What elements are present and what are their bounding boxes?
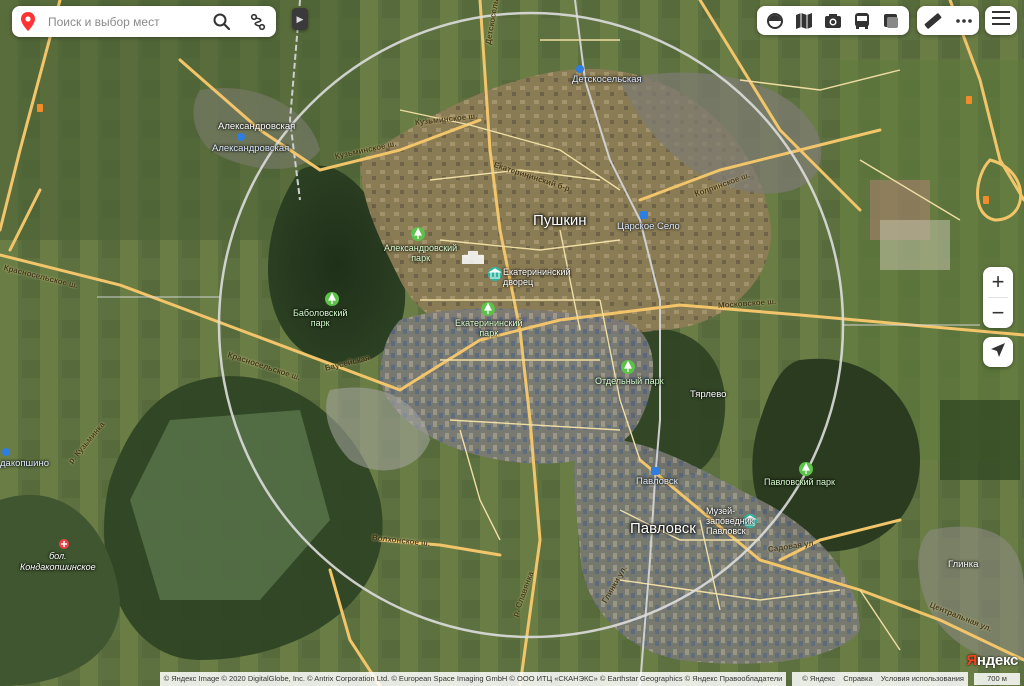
park-icon-ekaterininsky[interactable] bbox=[481, 302, 495, 316]
footer-links: © Яндекс Справка Условия использования bbox=[792, 672, 968, 686]
fuel-icon[interactable] bbox=[983, 196, 989, 204]
station-icon-kondakopshino[interactable] bbox=[2, 448, 10, 456]
museum-icon-palace[interactable] bbox=[488, 267, 502, 281]
layers-icon[interactable] bbox=[764, 10, 786, 32]
park-icon-babolovsky[interactable] bbox=[325, 292, 339, 306]
ruler-icon[interactable] bbox=[922, 10, 944, 32]
collapse-panel-button[interactable]: ▶ bbox=[292, 8, 308, 30]
field-light bbox=[880, 220, 950, 270]
park-icon-pavlovsky[interactable] bbox=[799, 462, 813, 476]
satellite-map[interactable] bbox=[0, 0, 1024, 686]
map-fold-icon[interactable] bbox=[793, 10, 815, 32]
station-icon-tsarskoe-selo[interactable] bbox=[640, 211, 648, 219]
zoom-in-button[interactable]: + bbox=[983, 267, 1013, 297]
yandex-logo[interactable]: Яндекс bbox=[966, 652, 1018, 669]
park-icon-aleksandrovsky[interactable] bbox=[411, 227, 425, 241]
layers-toolbar bbox=[757, 6, 909, 35]
hamburger-icon bbox=[992, 11, 1010, 30]
fuel-icon[interactable] bbox=[37, 104, 43, 112]
help-link[interactable]: Справка bbox=[843, 674, 872, 683]
route-icon[interactable] bbox=[248, 12, 268, 32]
scale-bar: 700 м bbox=[974, 673, 1020, 685]
hospital-icon[interactable] bbox=[59, 539, 69, 549]
copyright-link[interactable]: © Яндекс bbox=[802, 674, 835, 683]
fuel-icon[interactable] bbox=[966, 96, 972, 104]
more-icon[interactable] bbox=[953, 10, 975, 32]
menu-button[interactable] bbox=[985, 6, 1017, 35]
field-dark bbox=[940, 400, 1020, 480]
search-icon[interactable] bbox=[212, 12, 232, 32]
attribution-text[interactable]: © Яндекс Image © 2020 DigitalGlobe, Inc.… bbox=[159, 672, 787, 686]
map-footer: © Яндекс Image © 2020 DigitalGlobe, Inc.… bbox=[0, 672, 1024, 686]
terms-link[interactable]: Условия использования bbox=[881, 674, 964, 683]
navigation-arrow-icon bbox=[990, 342, 1006, 363]
search-bar bbox=[12, 6, 276, 37]
tools-toolbar bbox=[917, 6, 979, 35]
bus-icon[interactable] bbox=[851, 10, 873, 32]
park-icon-otdelny[interactable] bbox=[621, 360, 635, 374]
camera-icon[interactable] bbox=[822, 10, 844, 32]
station-icon-detskoselskaya[interactable] bbox=[576, 65, 584, 73]
zoom-control: + − bbox=[983, 267, 1013, 328]
traffic-icon[interactable] bbox=[880, 10, 902, 32]
my-location-button[interactable] bbox=[983, 337, 1013, 367]
station-icon-pavlovsk[interactable] bbox=[651, 467, 659, 475]
zoom-out-button[interactable]: − bbox=[983, 298, 1013, 328]
station-icon-aleksandrovskaya[interactable] bbox=[237, 133, 245, 141]
chevron-right-icon: ▶ bbox=[296, 13, 304, 24]
museum-icon-pavlovsk[interactable] bbox=[743, 514, 757, 528]
location-pin-icon bbox=[21, 12, 35, 36]
search-input[interactable] bbox=[46, 10, 210, 34]
